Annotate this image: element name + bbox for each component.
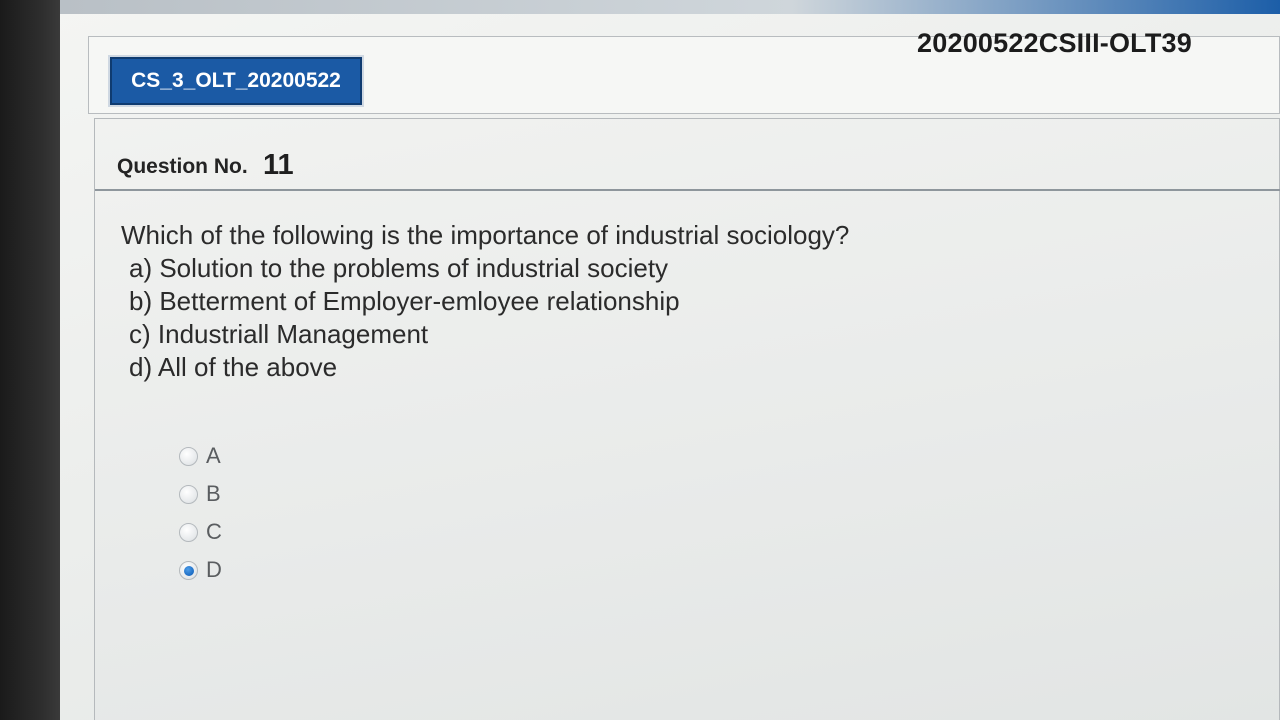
answer-options: A B C D <box>179 437 222 589</box>
answer-label-b: B <box>206 481 221 506</box>
answer-option-c[interactable]: C <box>179 513 222 551</box>
question-body: Which of the following is the importance… <box>121 219 849 384</box>
radio-button-d[interactable] <box>179 560 198 580</box>
answer-option-b[interactable]: B <box>179 475 222 513</box>
question-text: Which of the following is the importance… <box>121 220 850 250</box>
question-number: 11 <box>263 149 294 181</box>
exam-id: 20200522CSIII-OLT39 <box>917 28 1192 58</box>
choice-c-text: c) Industriall Management <box>129 319 429 349</box>
question-panel: Question No. 11 Which of the following i… <box>94 118 1280 720</box>
answer-label-d: D <box>206 557 222 582</box>
choice-b-text: b) Betterment of Employer-emloyee relati… <box>129 286 680 316</box>
choice-a-text: a) Solution to the problems of industria… <box>129 253 669 283</box>
choice-d-text: d) All of the above <box>129 352 338 382</box>
answer-option-a[interactable]: A <box>179 437 222 475</box>
question-number-label: Question No. <box>117 155 248 178</box>
course-code-badge: CS_3_OLT_20200522 <box>108 55 364 107</box>
radio-button-a[interactable] <box>179 446 198 466</box>
monitor-bezel-left <box>0 0 60 720</box>
browser-top-strip <box>60 0 1280 14</box>
radio-button-b[interactable] <box>179 484 198 504</box>
answer-label-c: C <box>206 519 222 544</box>
answer-label-a: A <box>206 443 221 468</box>
screen: 20200522CSIII-OLT39 CS_3_OLT_20200522 Qu… <box>60 0 1280 720</box>
answer-option-d[interactable]: D <box>179 551 222 589</box>
divider <box>95 189 1280 191</box>
radio-button-c[interactable] <box>179 522 198 542</box>
